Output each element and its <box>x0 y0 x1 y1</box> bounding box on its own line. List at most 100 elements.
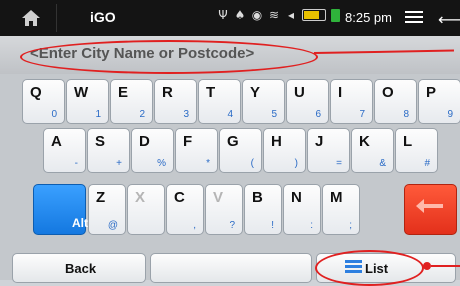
key-z[interactable]: Z @ <box>88 184 126 235</box>
key-q[interactable]: Q0 <box>22 79 65 124</box>
key-sublabel: 8 <box>403 109 409 120</box>
app-name: iGO <box>90 9 116 25</box>
key-label: X <box>135 189 146 206</box>
key-sublabel: ( <box>250 158 254 169</box>
annotation-circle-list <box>315 250 424 286</box>
key-sublabel: 2 <box>139 109 145 120</box>
key-label: T <box>206 84 216 101</box>
key-sublabel: # <box>424 158 430 169</box>
key-h[interactable]: H) <box>263 128 306 173</box>
delete-key[interactable] <box>404 184 457 235</box>
volume-icon: ◂ <box>287 8 295 22</box>
key-label: V <box>213 189 224 206</box>
key-label: R <box>162 84 173 101</box>
key-sublabel: 9 <box>447 109 453 120</box>
key-sublabel: & <box>379 158 386 169</box>
back-arrow-icon[interactable]: ⟵ <box>438 10 460 29</box>
key-x: X <box>127 184 165 235</box>
key-sublabel: 1 <box>95 109 101 120</box>
status-bar: iGO Ψ ♠ ◉ ≋ ◂ 8:25 pm ⟵ <box>0 0 460 36</box>
key-p[interactable]: P9 <box>418 79 460 124</box>
key-b[interactable]: B! <box>244 184 282 235</box>
battery-icon <box>302 9 326 21</box>
key-label: F <box>183 133 193 150</box>
gps-icon: ◉ <box>251 8 263 22</box>
key-label: A <box>51 133 62 150</box>
key-k[interactable]: K & <box>351 128 394 173</box>
key-label: M <box>330 189 343 206</box>
key-o[interactable]: O8 <box>374 79 417 124</box>
key-label: S <box>95 133 106 150</box>
key-label: E <box>118 84 129 101</box>
key-label: J <box>315 133 324 150</box>
key-a[interactable]: A- <box>43 128 86 173</box>
wifi-icon: ≋ <box>268 8 280 22</box>
key-sublabel: 5 <box>271 109 277 120</box>
annotation-line-list <box>431 265 460 267</box>
key-j[interactable]: J = <box>307 128 350 173</box>
backspace-arrow-icon <box>416 199 443 213</box>
usb-icon: Ψ <box>218 8 228 22</box>
key-f[interactable]: F * <box>175 128 218 173</box>
key-label: C <box>174 189 185 206</box>
key-u[interactable]: U6 <box>286 79 329 124</box>
key-sublabel: ! <box>271 220 274 231</box>
key-label: G <box>227 133 239 150</box>
alt-key[interactable]: Alt <box>33 184 88 235</box>
key-e[interactable]: E2 <box>110 79 153 124</box>
key-label: Y <box>250 84 261 101</box>
key-label: W <box>74 84 89 101</box>
android-debug-icon: ♠ <box>234 8 246 22</box>
space-button[interactable] <box>150 253 312 283</box>
key-label: O <box>382 84 394 101</box>
key-sublabel: ; <box>349 220 352 231</box>
key-sublabel: % <box>157 158 166 169</box>
menu-icon[interactable] <box>405 8 423 26</box>
key-label: N <box>291 189 302 206</box>
key-label: U <box>294 84 305 101</box>
key-sublabel: ? <box>229 220 235 231</box>
back-button[interactable]: Back <box>12 253 146 283</box>
key-label: Z <box>96 189 106 206</box>
key-n[interactable]: N: <box>283 184 321 235</box>
key-label: I <box>338 84 343 101</box>
key-sublabel: 0 <box>51 109 57 120</box>
key-sublabel: + <box>116 158 122 169</box>
key-label: L <box>403 133 413 150</box>
key-label: K <box>359 133 370 150</box>
key-sublabel: Alt <box>72 216 88 230</box>
home-button[interactable] <box>6 4 57 32</box>
annotation-circle-search <box>20 40 318 74</box>
key-sublabel: ) <box>294 158 298 169</box>
key-label: Q <box>30 84 42 101</box>
key-s[interactable]: S + <box>87 128 130 173</box>
key-w[interactable]: W1 <box>66 79 109 124</box>
status-time: 8:25 pm <box>345 10 392 25</box>
key-t[interactable]: T4 <box>198 79 241 124</box>
key-r[interactable]: R3 <box>154 79 197 124</box>
back-button-label: Back <box>65 261 97 276</box>
key-m[interactable]: M; <box>322 184 360 235</box>
key-sublabel: 3 <box>183 109 189 120</box>
charging-icon <box>331 8 340 22</box>
home-icon <box>22 10 40 26</box>
key-l[interactable]: L # <box>395 128 438 173</box>
key-v: V? <box>205 184 243 235</box>
status-icons: Ψ ♠ ◉ ≋ ◂ <box>217 8 340 22</box>
key-sublabel: * <box>206 158 210 169</box>
key-d[interactable]: D% <box>131 128 174 173</box>
key-label: P <box>426 84 437 101</box>
key-g[interactable]: G( <box>219 128 262 173</box>
key-i[interactable]: I7 <box>330 79 373 124</box>
key-y[interactable]: Y5 <box>242 79 285 124</box>
key-label: H <box>271 133 282 150</box>
key-sublabel: : <box>310 220 313 231</box>
key-sublabel: 7 <box>359 109 365 120</box>
key-sublabel: - <box>74 158 78 169</box>
key-sublabel: 4 <box>227 109 233 120</box>
key-c[interactable]: C, <box>166 184 204 235</box>
key-sublabel: 6 <box>315 109 321 120</box>
key-label: B <box>252 189 263 206</box>
key-sublabel: @ <box>107 220 118 231</box>
key-label: D <box>139 133 150 150</box>
